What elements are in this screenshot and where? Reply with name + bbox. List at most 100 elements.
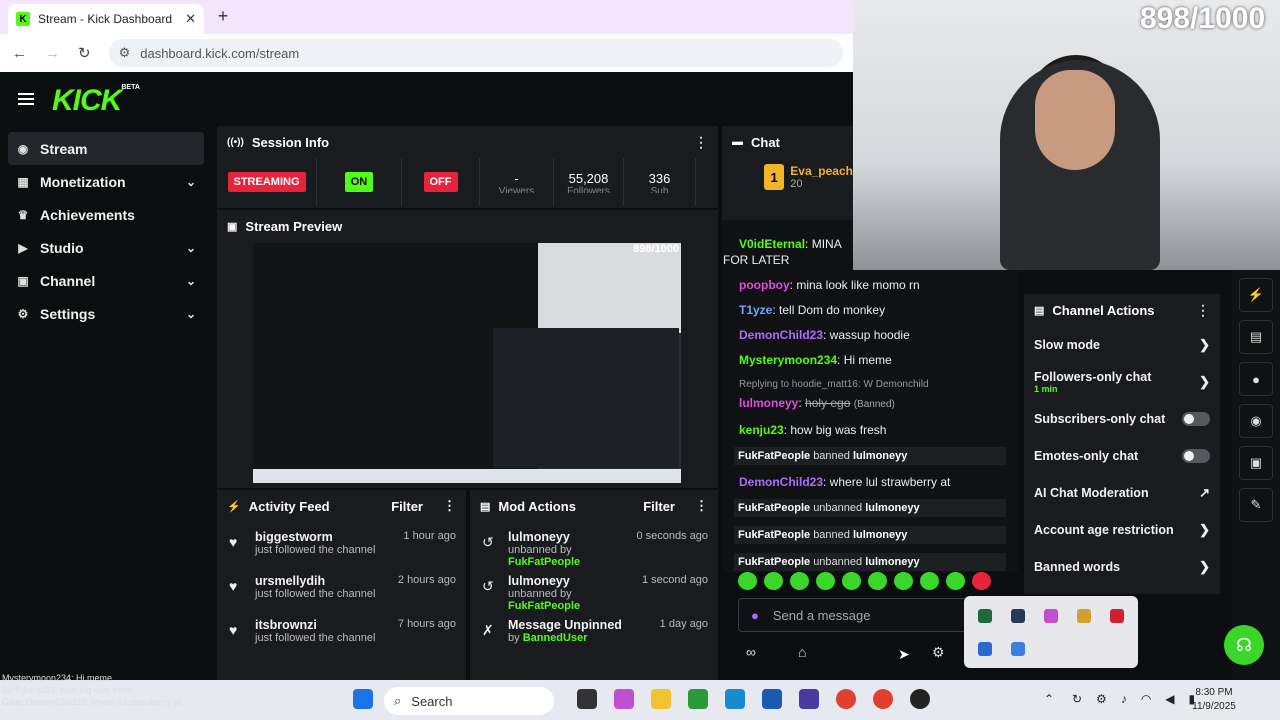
- mod-actor[interactable]: FukFatPeople: [738, 502, 810, 514]
- task-view-icon[interactable]: [577, 689, 597, 709]
- lightning-icon[interactable]: ⚡: [1239, 278, 1273, 312]
- chrome-icon[interactable]: [836, 689, 856, 709]
- chat-username[interactable]: V0idEternal: [739, 237, 805, 251]
- ai-moderation-action[interactable]: AI Chat Moderation ↗: [1024, 474, 1220, 511]
- wrench-icon[interactable]: ✎: [1239, 488, 1273, 522]
- store-app-icon[interactable]: [762, 689, 782, 709]
- sidebar-item-stream[interactable]: ◉ Stream: [8, 132, 204, 165]
- chat-username[interactable]: kenju23: [739, 423, 784, 437]
- tray-app-icon[interactable]: [1011, 609, 1025, 623]
- back-icon[interactable]: ←: [12, 45, 27, 62]
- more-options-icon[interactable]: ⋮: [443, 498, 456, 514]
- activity-user[interactable]: ursmellydih: [255, 574, 388, 588]
- emote-icon[interactable]: [816, 572, 835, 590]
- tray-app-icon[interactable]: [1044, 609, 1058, 623]
- chrome-icon[interactable]: [873, 689, 893, 709]
- reload-icon[interactable]: ↻: [78, 44, 91, 62]
- notes-icon[interactable]: ▤: [1239, 320, 1273, 354]
- mod-target[interactable]: lulmoneyy: [853, 529, 907, 541]
- browser-tab[interactable]: K Stream - Kick Dashboard ✕: [8, 4, 204, 34]
- new-tab-button[interactable]: +: [213, 6, 233, 27]
- chevron-up-icon[interactable]: ⌃: [1044, 692, 1054, 706]
- chat-username[interactable]: poopboy: [739, 278, 790, 292]
- chat-message: kenju23: how big was fresh: [722, 422, 1018, 438]
- top-gifter-name[interactable]: Eva_peach: [790, 164, 853, 178]
- edge-icon[interactable]: [725, 689, 745, 709]
- chat-input[interactable]: ● Send a message: [738, 598, 970, 632]
- obs-icon[interactable]: [910, 689, 930, 709]
- subscribers-only-toggle[interactable]: [1182, 411, 1210, 426]
- tab-title: Stream - Kick Dashboard: [38, 12, 173, 26]
- mod-target[interactable]: lulmoneyy: [865, 556, 919, 568]
- stream-preview-video[interactable]: 898/1000: [253, 243, 681, 483]
- followers-only-action[interactable]: Followers-only chat 1 min ❯: [1024, 363, 1220, 400]
- taskbar-search[interactable]: ⌕ Search: [384, 687, 554, 715]
- more-options-icon[interactable]: ⋮: [1196, 302, 1210, 319]
- sidebar-item-channel[interactable]: ▣ Channel ⌄: [8, 264, 204, 297]
- mod-action-actor[interactable]: FukFatPeople: [508, 556, 580, 568]
- mod-action-actor[interactable]: FukFatPeople: [508, 600, 580, 612]
- emote-icon[interactable]: [868, 572, 887, 590]
- store-icon[interactable]: ⌂: [798, 644, 806, 660]
- emote-icon[interactable]: [972, 572, 991, 590]
- chat-username[interactable]: lulmoneyy: [739, 396, 798, 410]
- windows-start-icon[interactable]: [353, 689, 373, 709]
- emote-icon[interactable]: [894, 572, 913, 590]
- microphone-icon[interactable]: ●: [751, 608, 759, 623]
- chat-username[interactable]: DemonChild23: [739, 328, 823, 342]
- activity-user[interactable]: itsbrownzi: [255, 618, 388, 632]
- banned-words-action[interactable]: Banned words ❯: [1024, 548, 1220, 585]
- emote-picker-icon[interactable]: ∞: [746, 644, 756, 660]
- filter-button[interactable]: Filter: [643, 499, 675, 514]
- emote-icon[interactable]: [738, 572, 757, 590]
- emote-icon[interactable]: [946, 572, 965, 590]
- help-headset-icon[interactable]: ☊: [1224, 625, 1264, 665]
- filter-button[interactable]: Filter: [391, 499, 423, 514]
- mod-target[interactable]: lulmoneyy: [853, 450, 907, 462]
- sidebar-item-achievements[interactable]: ♛ Achievements: [8, 198, 204, 231]
- sidebar-item-studio[interactable]: ▶ Studio ⌄: [8, 231, 204, 264]
- mod-actor[interactable]: FukFatPeople: [738, 529, 810, 541]
- file-explorer-icon[interactable]: [651, 689, 671, 709]
- chat-username[interactable]: Mysterymoon234: [739, 353, 837, 367]
- activity-user[interactable]: biggestworm: [255, 530, 393, 544]
- emote-icon[interactable]: [842, 572, 861, 590]
- hamburger-menu-icon[interactable]: [18, 90, 34, 108]
- mod-actor[interactable]: FukFatPeople: [738, 556, 810, 568]
- security-icon[interactable]: [978, 642, 992, 656]
- more-options-icon[interactable]: ⋮: [694, 134, 708, 151]
- kick-logo[interactable]: KICKBETA: [52, 84, 140, 118]
- layout-icon[interactable]: ▣: [1239, 446, 1273, 480]
- tray-app-icon[interactable]: [1110, 609, 1124, 623]
- forward-icon[interactable]: →: [45, 45, 60, 62]
- xbox-icon[interactable]: [688, 689, 708, 709]
- tray-app-icon[interactable]: [978, 609, 992, 623]
- chat-bubble-icon[interactable]: ●: [1239, 362, 1273, 396]
- mod-target[interactable]: lulmoneyy: [865, 502, 919, 514]
- app-icon[interactable]: [799, 689, 819, 709]
- account-age-action[interactable]: Account age restriction ❯: [1024, 511, 1220, 548]
- slow-mode-action[interactable]: Slow mode ❯: [1024, 326, 1220, 363]
- emote-icon[interactable]: [790, 572, 809, 590]
- mod-action-by: unbanned by: [508, 544, 572, 556]
- more-options-icon[interactable]: ⋮: [695, 498, 708, 514]
- tray-app-icon[interactable]: [1077, 609, 1091, 623]
- bluetooth-icon[interactable]: [1011, 642, 1025, 656]
- mod-action-actor[interactable]: BannedUser: [523, 632, 588, 644]
- chat-username[interactable]: T1yze: [739, 303, 772, 317]
- sidebar-item-settings[interactable]: ⚙ Settings ⌄: [8, 297, 204, 330]
- address-bar[interactable]: ⚙ dashboard.kick.com/stream: [108, 39, 843, 67]
- sidebar-item-monetization[interactable]: ▦ Monetization ⌄: [8, 165, 204, 198]
- emote-icon[interactable]: [920, 572, 939, 590]
- taskbar-clock[interactable]: 8:30 PM 11/9/2025: [1184, 686, 1244, 714]
- chat-username[interactable]: DemonChild23: [739, 475, 823, 489]
- mod-actor[interactable]: FukFatPeople: [738, 450, 810, 462]
- chat-settings-icon[interactable]: ⚙: [932, 644, 945, 661]
- copilot-icon[interactable]: [614, 689, 634, 709]
- site-info-icon[interactable]: ⚙: [119, 45, 131, 61]
- close-tab-icon[interactable]: ✕: [185, 11, 196, 27]
- emotes-only-toggle[interactable]: [1182, 448, 1210, 463]
- emote-icon[interactable]: [764, 572, 783, 590]
- broadcast-icon[interactable]: ◉: [1239, 404, 1273, 438]
- mod-log-line: FukFatPeople banned lulmoneyy: [734, 447, 1006, 465]
